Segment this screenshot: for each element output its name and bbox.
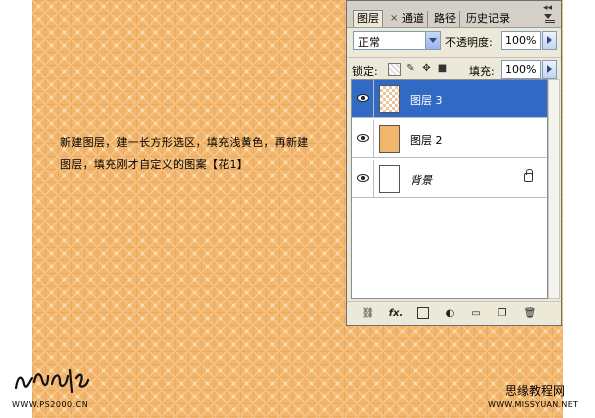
fill-field[interactable]: 100%: [501, 60, 541, 79]
watermark-left: WWW.PS2000.CN: [12, 400, 89, 409]
layer-row-2[interactable]: 图层 2: [352, 120, 547, 158]
eye-icon: [357, 134, 369, 142]
eye-icon: [357, 94, 369, 102]
layer-thumbnail: [379, 165, 400, 193]
adjustment-icon[interactable]: ◐: [443, 307, 457, 321]
menu-lines-icon: [545, 20, 555, 21]
tab-paths[interactable]: 路径: [431, 11, 460, 27]
chevron-down-icon[interactable]: [425, 32, 440, 49]
mask-icon[interactable]: [417, 307, 429, 319]
fill-slider-button[interactable]: [542, 60, 557, 79]
blend-mode-value: 正常: [358, 36, 380, 49]
tutorial-instructions: 新建图层，建一长方形选区，填充浅黄色，再新建 图层，填充刚才自定义的图案【花1】: [60, 132, 350, 176]
watermark-right-cn: 思缘教程网: [505, 384, 566, 398]
blend-opacity-row: 正常 不透明度: 100%: [347, 29, 561, 55]
layers-palette: 图层 × 通道 路径 历史记录 ◂◂ 正常 不透明度: 100% 锁定: ✎ ✥…: [346, 0, 562, 326]
layer-name: 图层 3: [410, 94, 443, 107]
opacity-slider-button[interactable]: [542, 31, 557, 50]
collapse-icon[interactable]: ◂◂: [543, 3, 552, 13]
blend-mode-select[interactable]: 正常: [353, 31, 441, 50]
new-layer-icon[interactable]: ❐: [495, 307, 509, 321]
tab-layers[interactable]: 图层: [353, 10, 383, 27]
instruction-line-1: 新建图层，建一长方形选区，填充浅黄色，再新建: [60, 136, 309, 149]
left-margin: [0, 0, 32, 418]
visibility-toggle[interactable]: [352, 160, 374, 198]
lock-icon: [524, 169, 533, 182]
layer-row-background[interactable]: 背景: [352, 160, 547, 198]
lock-all-icon[interactable]: ■: [437, 63, 448, 74]
layer-name: 背景: [410, 174, 432, 187]
lock-paint-brush-icon[interactable]: ✎: [405, 63, 416, 74]
opacity-field[interactable]: 100%: [501, 31, 541, 50]
signature-logo: [14, 368, 90, 394]
trash-icon[interactable]: 🗑: [523, 307, 537, 321]
layer-thumbnail: [379, 125, 400, 153]
fill-value: 100%: [505, 63, 537, 76]
visibility-toggle[interactable]: [352, 80, 374, 118]
palette-menu-icon[interactable]: [544, 14, 552, 19]
opacity-value: 100%: [505, 34, 537, 47]
link-icon[interactable]: ⛓: [361, 307, 375, 321]
watermark-right-en: WWW.MISSYUAN.NET: [488, 400, 579, 409]
group-icon[interactable]: ▭: [469, 307, 483, 321]
lock-label: 锁定:: [352, 65, 378, 78]
fill-label: 填充:: [469, 65, 495, 78]
layer-thumbnail: [379, 85, 400, 113]
lock-fill-row: 锁定: ✎ ✥ ■ 填充: 100%: [347, 57, 561, 80]
layer-name: 图层 2: [410, 134, 443, 147]
tab-history[interactable]: 历史记录: [463, 11, 513, 27]
visibility-toggle[interactable]: [352, 120, 374, 158]
layer-list: 图层 3 图层 2 背景: [351, 79, 548, 299]
lock-position-icon[interactable]: ✥: [421, 63, 432, 74]
layer-list-scrollbar[interactable]: [548, 79, 560, 299]
layer-row-3[interactable]: 图层 3: [352, 80, 547, 118]
opacity-label: 不透明度:: [445, 36, 493, 49]
palette-bottom-bar: ⛓ fx. ◐ ▭ ❐ 🗑: [347, 301, 561, 326]
palette-tab-bar: 图层 × 通道 路径 历史记录 ◂◂: [347, 1, 561, 28]
close-icon[interactable]: ×: [390, 13, 398, 24]
fx-icon[interactable]: fx.: [387, 307, 405, 321]
eye-icon: [357, 174, 369, 182]
right-margin: [563, 0, 595, 418]
instruction-line-2: 图层，填充刚才自定义的图案【花1】: [60, 158, 249, 171]
lock-transparency-icon[interactable]: [388, 63, 401, 76]
tab-channels[interactable]: 通道: [399, 11, 428, 27]
